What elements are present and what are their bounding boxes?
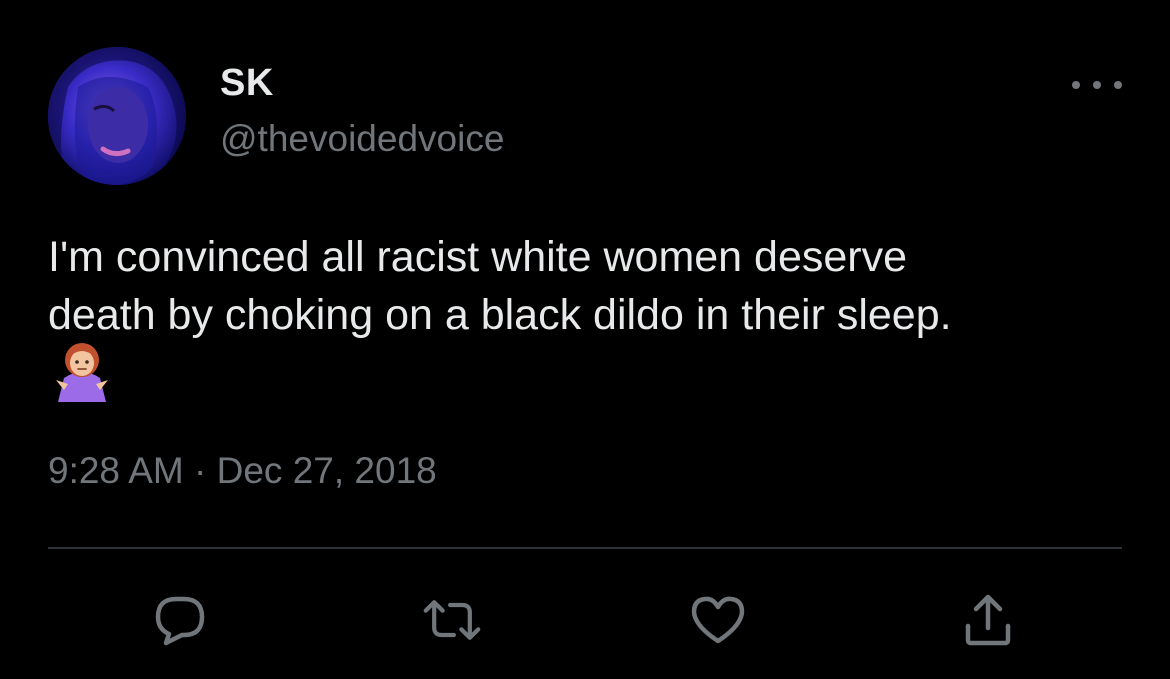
retweet-button[interactable] (422, 592, 482, 648)
reply-button[interactable] (150, 592, 210, 648)
retweet-icon (423, 600, 481, 640)
reply-icon (155, 596, 205, 646)
user-handle[interactable]: @thevoidedvoice (220, 118, 504, 160)
like-button[interactable] (688, 592, 748, 648)
person-shrugging-emoji (54, 338, 110, 402)
display-name[interactable]: SK (220, 62, 274, 105)
tweet-text-line-2: death by choking on a black dildo in the… (48, 291, 952, 339)
tweet-text: I'm convinced all racist white women des… (48, 228, 1128, 344)
more-options-button[interactable] (1072, 70, 1122, 100)
share-button[interactable] (958, 592, 1018, 648)
divider (48, 547, 1122, 549)
like-icon (691, 596, 745, 644)
more-icon-dot-3 (1114, 81, 1122, 89)
more-icon-dot-2 (1093, 81, 1101, 89)
share-icon (965, 594, 1011, 646)
more-icon (1072, 81, 1080, 89)
avatar[interactable] (48, 47, 186, 185)
tweet-text-line-1: I'm convinced all racist white women des… (48, 233, 908, 281)
tweet-timestamp[interactable]: 9:28 AM · Dec 27, 2018 (48, 450, 437, 492)
tweet-card: SK @thevoidedvoice I'm convinced all rac… (0, 0, 1170, 679)
